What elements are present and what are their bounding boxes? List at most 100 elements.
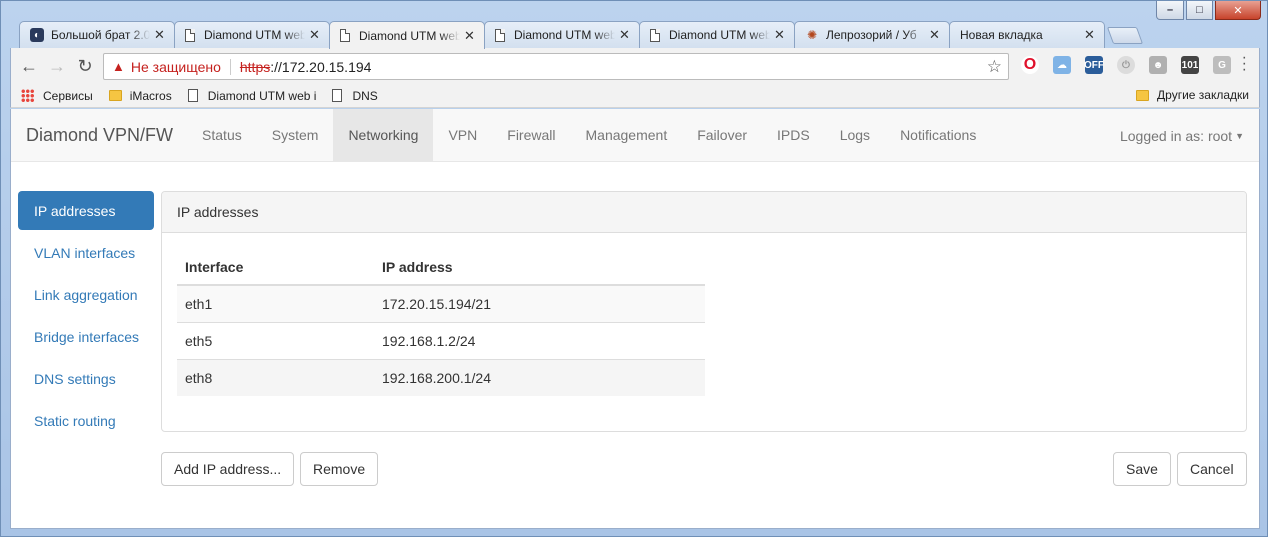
security-label[interactable]: Не защищено: [131, 59, 221, 75]
bookmark-label: Diamond UTM web i: [207, 88, 317, 103]
nav-logs[interactable]: Logs: [825, 109, 885, 161]
column-header-ip: IP address: [374, 249, 705, 286]
table-row[interactable]: eth5 192.168.1.2/24: [177, 321, 705, 359]
sidebar-item-dns-settings[interactable]: DNS settings: [18, 359, 154, 398]
add-ip-address-button[interactable]: Add IP address...: [161, 452, 295, 486]
minimize-button[interactable]: –: [1156, 1, 1184, 20]
sidebar-item-static-routing[interactable]: Static routing: [18, 401, 154, 440]
browser-tab[interactable]: ◐ Большой брат 2.0 ✕: [19, 21, 175, 48]
table-header-row: Interface IP address: [177, 249, 705, 286]
sidebar-item-vlan-interfaces[interactable]: VLAN interfaces: [18, 233, 154, 272]
table-row[interactable]: eth8 192.168.200.1/24: [177, 358, 705, 396]
menu-dots-icon[interactable]: · · ·: [1242, 50, 1247, 78]
nav-vpn[interactable]: VPN: [433, 109, 492, 161]
browser-tab[interactable]: Diamond UTM web ✕: [639, 21, 795, 48]
bookmark-dns[interactable]: DNS: [332, 88, 378, 103]
nav-networking[interactable]: Networking: [333, 109, 434, 161]
opera-icon[interactable]: O: [1021, 56, 1039, 74]
weather-extension-icon[interactable]: ☁: [1053, 56, 1071, 74]
leprosorium-icon: ✺: [806, 28, 818, 42]
forward-icon[interactable]: →: [43, 52, 71, 80]
url-scheme: https: [239, 58, 271, 75]
document-icon: [332, 89, 343, 102]
cancel-button[interactable]: Cancel: [1177, 452, 1247, 486]
nav-failover[interactable]: Failover: [682, 109, 762, 161]
nav-status[interactable]: Status: [187, 109, 257, 161]
table-row[interactable]: eth1 172.20.15.194/21: [177, 284, 705, 322]
tab-close-icon[interactable]: ✕: [309, 27, 321, 43]
app-navbar: Diamond VPN/FW Status System Networking …: [11, 109, 1259, 162]
nav-firewall[interactable]: Firewall: [492, 109, 570, 161]
tab-close-icon[interactable]: ✕: [929, 27, 941, 43]
counter-extension-icon[interactable]: 101: [1181, 56, 1199, 74]
tab-title: Большой брат 2.0: [51, 28, 150, 42]
other-bookmarks[interactable]: Другие закладки: [1136, 88, 1249, 102]
tab-close-icon[interactable]: ✕: [1084, 27, 1096, 43]
extension-off-icon[interactable]: OFF: [1084, 56, 1104, 74]
app-brand[interactable]: Diamond VPN/FW: [11, 109, 187, 161]
cell-ip: 172.20.15.194/21: [374, 284, 705, 322]
extension-icons: O ☁ OFF ⏻ ☻ 101 G: [1021, 56, 1231, 74]
maximize-button[interactable]: □: [1186, 1, 1213, 20]
warning-icon: ▲: [112, 59, 125, 74]
cell-ip: 192.168.200.1/24: [374, 358, 705, 396]
close-window-button[interactable]: ✕: [1215, 1, 1261, 20]
url-host: ://172.20.15.194: [270, 58, 372, 75]
document-icon: [340, 29, 350, 42]
caret-down-icon: ▼: [1235, 130, 1244, 141]
tab-title: Diamond UTM web: [204, 28, 305, 42]
nav-system[interactable]: System: [257, 109, 334, 161]
bookmark-diamond[interactable]: Diamond UTM web i: [187, 88, 317, 103]
column-header-interface: Interface: [177, 249, 374, 286]
bookmark-label: iMacros: [129, 88, 172, 103]
panel-title: IP addresses: [162, 192, 1246, 233]
bookmark-star-icon[interactable]: ☆: [987, 57, 1002, 77]
document-icon: [495, 28, 505, 42]
nav-management[interactable]: Management: [571, 109, 683, 161]
bookmark-imacros[interactable]: iMacros: [108, 88, 172, 103]
content-area: IP addresses VLAN interfaces Link aggreg…: [11, 162, 1259, 528]
ip-table: Interface IP address eth1 172.20.15.194/…: [177, 249, 705, 396]
tab-title: Diamond UTM web: [669, 28, 770, 42]
tab-close-icon[interactable]: ✕: [619, 27, 631, 43]
browser-tab[interactable]: Diamond UTM web ✕: [174, 21, 330, 48]
folder-icon: [108, 90, 122, 101]
tab-title: Новая вкладка: [960, 28, 1043, 42]
back-icon[interactable]: ←: [15, 52, 43, 80]
nav-notifications[interactable]: Notifications: [885, 109, 991, 161]
tab-close-icon[interactable]: ✕: [154, 27, 166, 43]
bookmark-apps[interactable]: Сервисы: [21, 89, 93, 103]
sidebar-item-ip-addresses[interactable]: IP addresses: [18, 191, 154, 230]
remove-button[interactable]: Remove: [300, 452, 379, 486]
tab-close-icon[interactable]: ✕: [774, 27, 786, 43]
cell-interface: eth1: [177, 284, 374, 322]
nav-ipds[interactable]: IPDS: [762, 109, 825, 161]
reload-icon[interactable]: ↻: [71, 52, 99, 80]
spy-extension-icon[interactable]: ☻: [1149, 56, 1167, 74]
window-controls: – □ ✕: [1156, 1, 1261, 20]
tab-title: Diamond UTM web: [359, 28, 460, 43]
apps-icon: [21, 89, 34, 102]
bookmark-label: DNS: [352, 88, 378, 103]
browser-tab[interactable]: Новая вкладка ✕: [949, 21, 1105, 48]
g-extension-icon[interactable]: G: [1213, 56, 1231, 74]
sidebar-item-link-aggregation[interactable]: Link aggregation: [18, 275, 154, 314]
browser-tab[interactable]: Diamond UTM web ✕: [484, 21, 640, 48]
browser-tab[interactable]: ✺ Лепрозорий / Уб ✕: [794, 21, 950, 48]
bigbrother-icon: ◐: [30, 28, 44, 42]
power-icon[interactable]: ⏻: [1117, 56, 1135, 74]
tab-title: Лепрозорий / Уб: [826, 28, 917, 42]
divider: [229, 58, 231, 75]
document-icon: [185, 28, 195, 42]
browser-tab-active[interactable]: Diamond UTM web ✕: [329, 21, 485, 49]
save-button[interactable]: Save: [1113, 452, 1171, 486]
sidebar-item-bridge-interfaces[interactable]: Bridge interfaces: [18, 317, 154, 356]
user-menu[interactable]: Logged in as: root ▼: [1120, 109, 1244, 162]
new-tab-button[interactable]: [1106, 27, 1144, 44]
web-page: Diamond VPN/FW Status System Networking …: [10, 109, 1260, 529]
user-label: Logged in as: root: [1119, 127, 1233, 144]
browser-window: – □ ✕ ◐ Большой брат 2.0 ✕ Diamond UTM w…: [0, 0, 1268, 537]
address-bar[interactable]: ▲ Не защищено https ://172.20.15.194 ☆: [103, 53, 1009, 80]
tab-close-icon[interactable]: ✕: [464, 28, 476, 44]
other-bookmarks-label: Другие закладки: [1157, 88, 1249, 102]
